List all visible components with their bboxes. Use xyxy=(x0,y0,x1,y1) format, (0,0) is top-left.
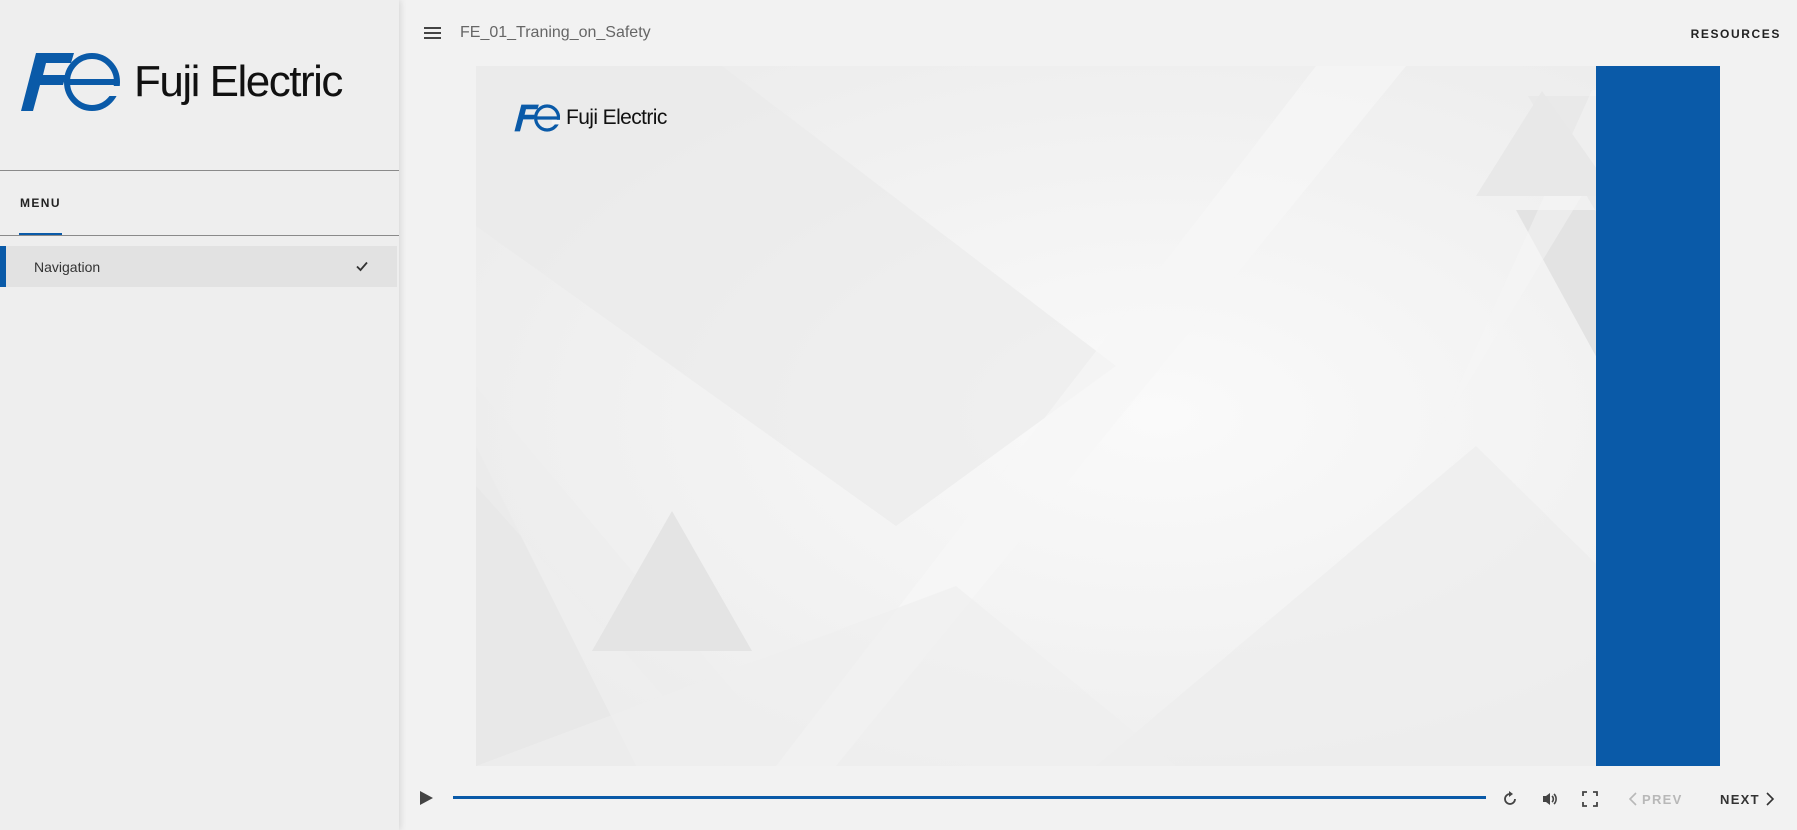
brand-logo: Fuji Electric xyxy=(20,52,343,112)
chevron-left-icon xyxy=(1628,792,1637,806)
slide-background xyxy=(476,66,1720,766)
app: Fuji Electric MENU Navigation FE_01_Tran… xyxy=(0,0,1797,830)
volume-icon[interactable] xyxy=(1541,790,1559,808)
progress-bar[interactable] xyxy=(453,796,1486,799)
course-title: FE_01_Traning_on_Safety xyxy=(460,24,651,41)
checkmark-icon xyxy=(356,261,368,272)
slide-accent-bar xyxy=(1596,66,1720,766)
next-label: NEXT xyxy=(1720,791,1760,807)
menu-toggle-icon[interactable] xyxy=(424,27,441,39)
resources-button[interactable]: RESOURCES xyxy=(1691,27,1781,41)
sidebar-divider xyxy=(0,170,399,171)
slide-brand-logo: Fuji Electric xyxy=(514,104,667,132)
slide-logo-text: Fuji Electric xyxy=(566,106,667,129)
fullscreen-icon[interactable] xyxy=(1581,790,1599,808)
active-item-indicator xyxy=(0,246,6,287)
menu-divider xyxy=(0,235,399,236)
slide-content: Fuji Electric xyxy=(476,66,1720,766)
play-icon[interactable] xyxy=(418,790,434,806)
prev-label: PREV xyxy=(1642,791,1683,807)
brand-logo-text: Fuji Electric xyxy=(134,57,343,106)
sidebar-item-label: Navigation xyxy=(34,258,101,275)
next-button[interactable]: NEXT xyxy=(1720,791,1775,807)
sidebar-item-navigation[interactable]: Navigation xyxy=(0,246,397,287)
replay-icon[interactable] xyxy=(1501,790,1519,808)
fe-logo-icon xyxy=(514,104,560,132)
tab-menu[interactable]: MENU xyxy=(20,196,61,210)
fe-logo-icon xyxy=(21,53,120,111)
sidebar: Fuji Electric MENU Navigation xyxy=(0,0,399,830)
chevron-right-icon xyxy=(1766,792,1775,806)
prev-button[interactable]: PREV xyxy=(1628,791,1683,807)
